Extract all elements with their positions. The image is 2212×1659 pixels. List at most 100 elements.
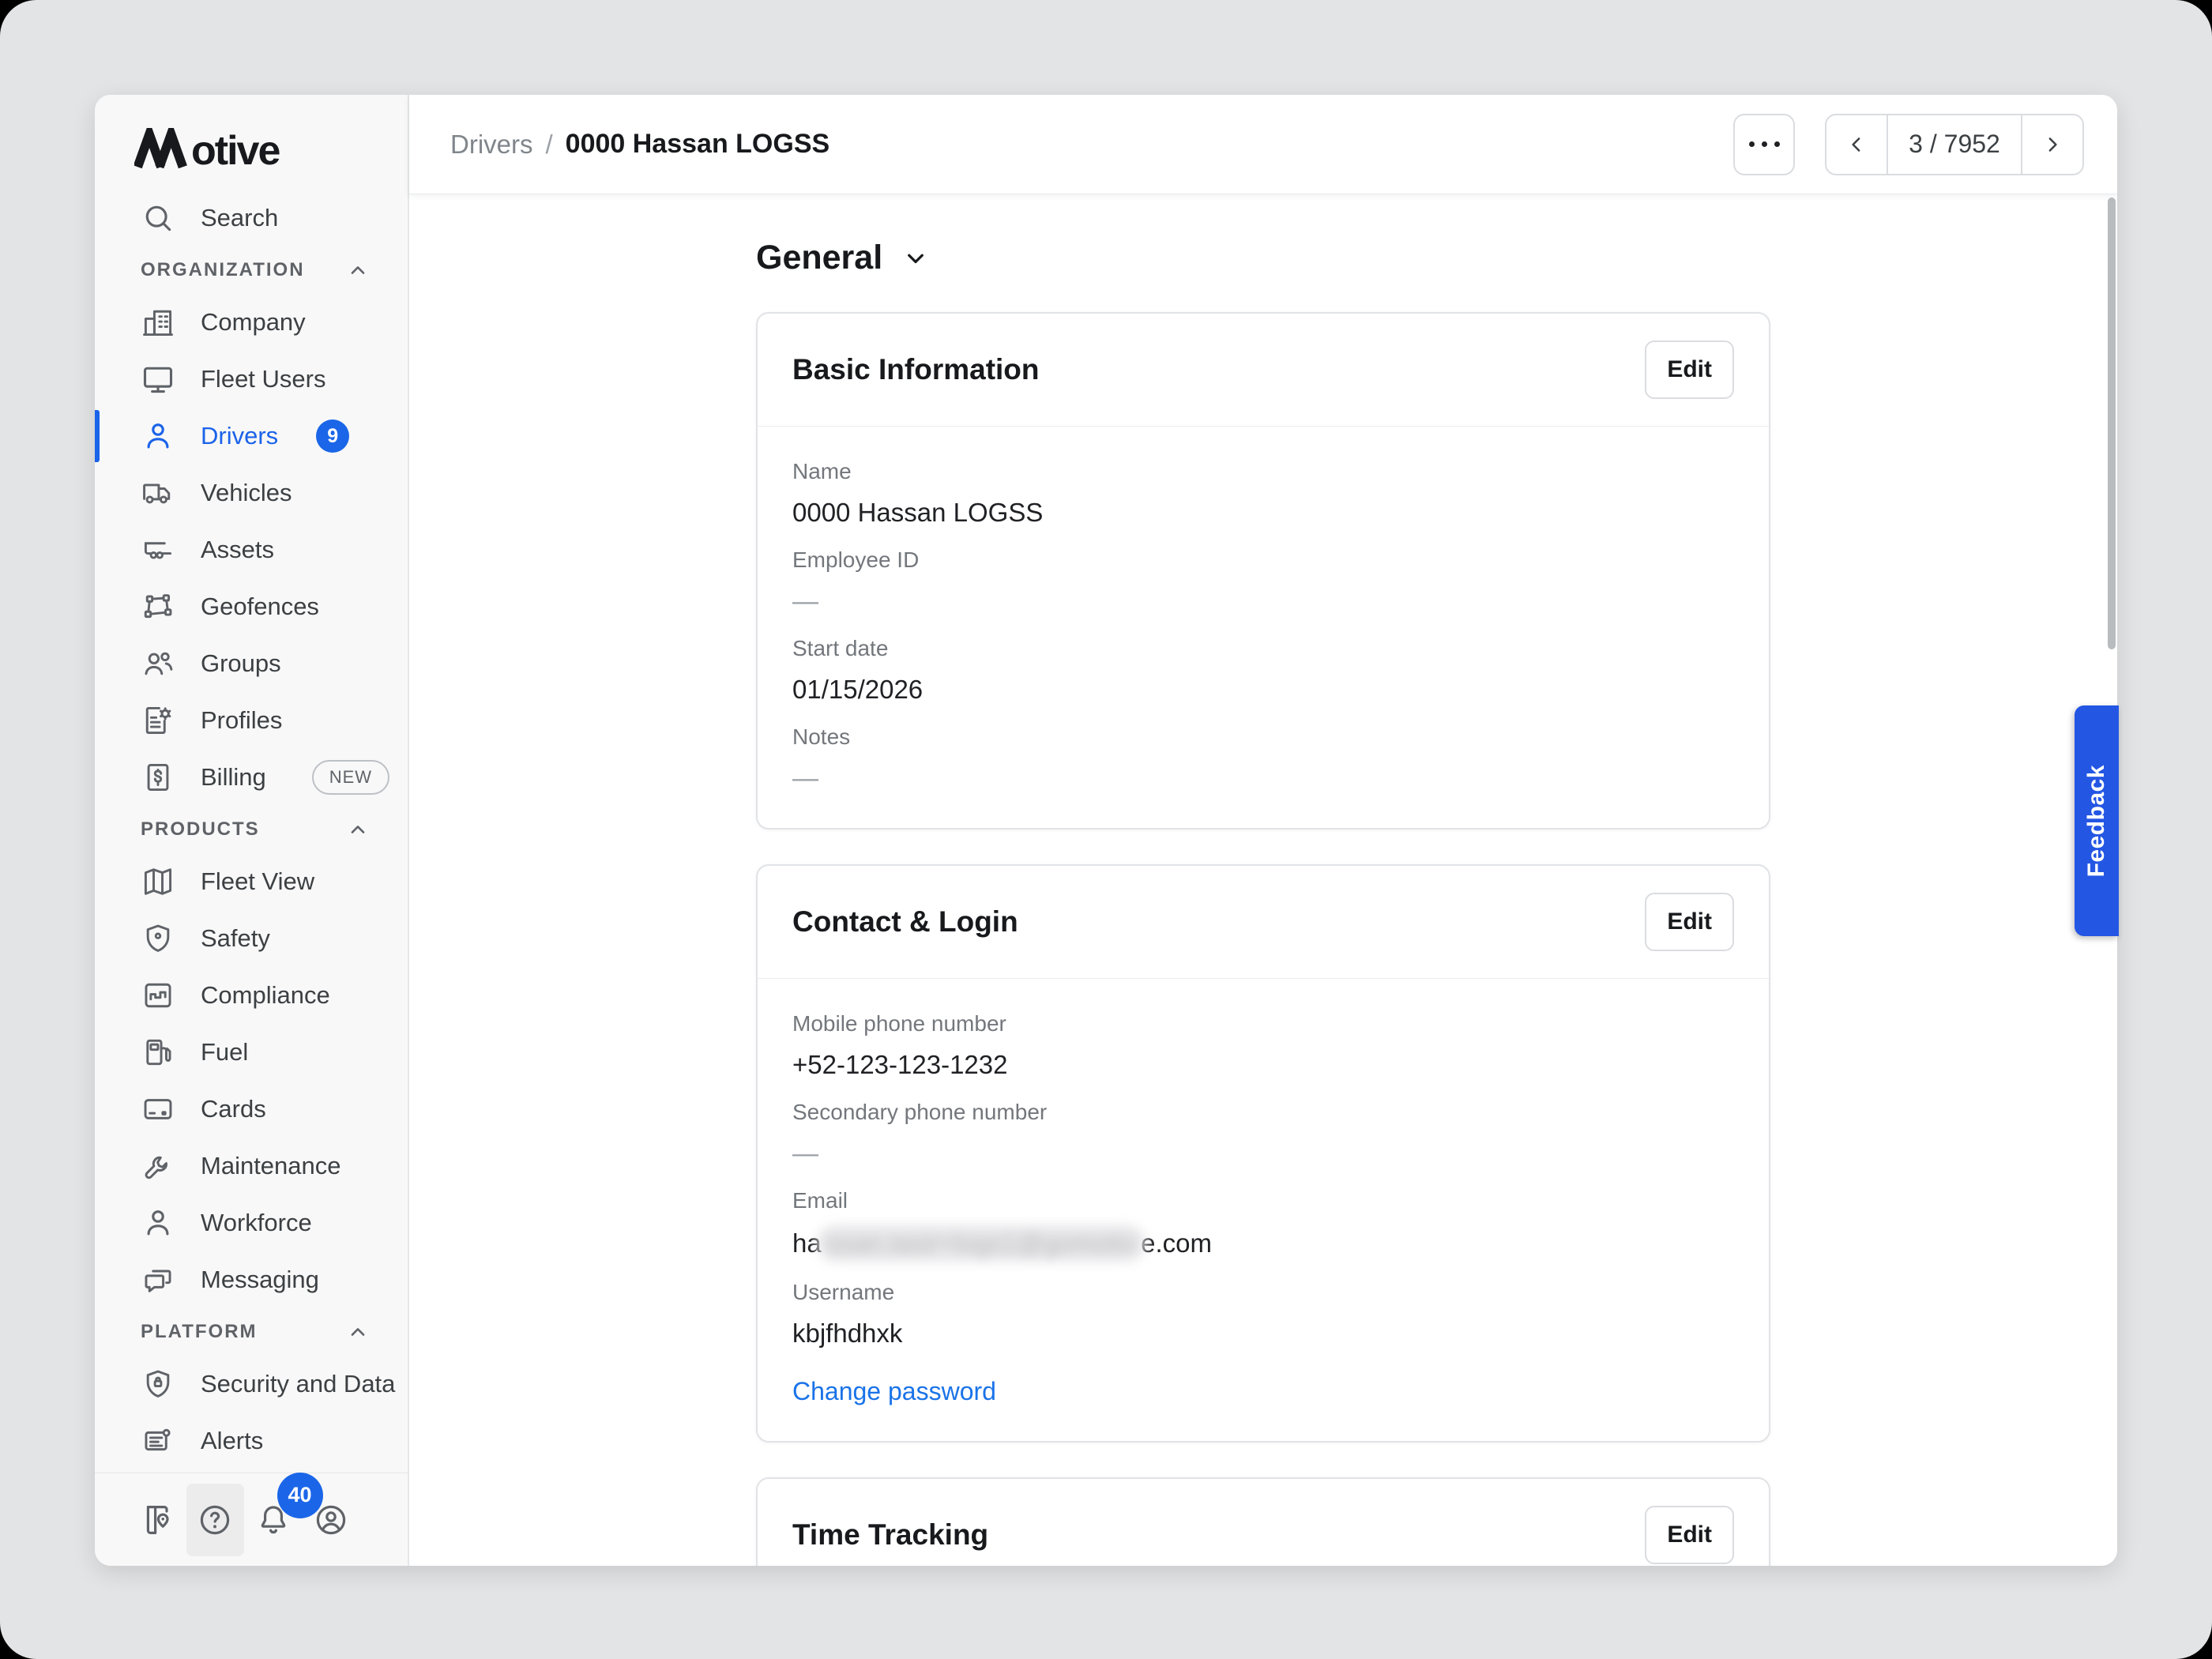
sidebar-item-safety[interactable]: Safety	[95, 910, 408, 967]
main-area: Drivers / 0000 Hassan LOGSS 3 / 7952	[409, 95, 2117, 1566]
sidebar-item-label: Compliance	[201, 981, 330, 1010]
sidebar-item-alerts[interactable]: Alerts	[95, 1413, 408, 1469]
card-title: Basic Information	[792, 353, 1040, 386]
card-body: Name 0000 Hassan LOGSS Employee ID — Sta…	[758, 427, 1769, 828]
map-guide-button[interactable]	[128, 1484, 186, 1556]
sidebar-item-search[interactable]: Search	[95, 190, 408, 246]
card-header: Time Tracking Edit	[758, 1479, 1769, 1566]
document-gear-icon	[141, 703, 175, 738]
sidebar-item-maintenance[interactable]: Maintenance	[95, 1138, 408, 1194]
sidebar-item-compliance[interactable]: Compliance	[95, 967, 408, 1024]
email-suffix: e.com	[1141, 1228, 1212, 1258]
sidebar-item-label: Drivers	[201, 422, 278, 450]
edit-basic-information-button[interactable]: Edit	[1645, 340, 1734, 399]
sidebar-item-label: Messaging	[201, 1266, 319, 1294]
sidebar-section-products[interactable]: PRODUCTS	[95, 806, 408, 853]
sidebar-item-label: Geofences	[201, 592, 319, 621]
field-username: Username kbjfhdhxk	[792, 1279, 1734, 1350]
sidebar-item-fuel[interactable]: Fuel	[95, 1024, 408, 1081]
feedback-tab[interactable]: Feedback	[2075, 705, 2119, 936]
sidebar-item-groups[interactable]: Groups	[95, 635, 408, 692]
drivers-count-badge: 9	[316, 419, 349, 453]
sidebar-item-profiles[interactable]: Profiles	[95, 692, 408, 749]
field-name: Name 0000 Hassan LOGSS	[792, 458, 1734, 529]
sidebar-item-vehicles[interactable]: Vehicles	[95, 465, 408, 521]
ellipsis-icon	[1749, 141, 1780, 147]
chart-route-icon	[141, 978, 175, 1013]
chevron-up-icon	[344, 257, 371, 284]
sidebar-item-fleet-view[interactable]: Fleet View	[95, 853, 408, 910]
section-title: PRODUCTS	[141, 818, 260, 841]
sidebar-item-label: Fleet Users	[201, 365, 325, 393]
wrench-icon	[141, 1149, 175, 1183]
field-label: Username	[792, 1279, 1734, 1306]
motive-logo-m-icon	[134, 128, 191, 169]
sidebar-item-label: Billing	[201, 763, 266, 792]
sidebar-section-organization[interactable]: ORGANIZATION	[95, 246, 408, 294]
sidebar-item-drivers[interactable]: Drivers 9	[95, 408, 408, 465]
field-label: Name	[792, 458, 1734, 485]
edit-time-tracking-button[interactable]: Edit	[1645, 1506, 1734, 1564]
field-employee-id: Employee ID —	[792, 547, 1734, 618]
sidebar-section-platform[interactable]: PLATFORM	[95, 1308, 408, 1356]
document-dollar-icon	[141, 760, 175, 795]
notifications-button[interactable]: 40	[244, 1484, 303, 1556]
sidebar-footer: 40	[95, 1473, 408, 1566]
shield-lock-icon	[141, 1367, 175, 1401]
sidebar-item-billing[interactable]: Billing NEW	[95, 749, 408, 806]
card-title: Contact & Login	[792, 905, 1018, 939]
next-record-button[interactable]	[2022, 115, 2082, 174]
breadcrumb-parent[interactable]: Drivers	[450, 130, 533, 160]
card-title: Time Tracking	[792, 1518, 988, 1552]
previous-record-button[interactable]	[1826, 115, 1887, 174]
card-header: Contact & Login Edit	[758, 866, 1769, 979]
section-title: ORGANIZATION	[141, 259, 305, 281]
building-icon	[141, 305, 175, 340]
person-icon	[141, 419, 175, 453]
sidebar-item-workforce[interactable]: Workforce	[95, 1194, 408, 1251]
field-start-date: Start date 01/15/2026	[792, 635, 1734, 706]
chevron-up-icon	[344, 1319, 371, 1345]
sidebar-item-label: Assets	[201, 536, 274, 564]
vertical-scrollbar[interactable]	[2108, 198, 2116, 649]
field-value: —	[792, 762, 1734, 795]
field-value: —	[792, 1137, 1734, 1170]
field-value: 01/15/2026	[792, 673, 1734, 706]
app-window: otive Search ORGANIZATION Company	[95, 95, 2117, 1566]
sidebar-item-assets[interactable]: Assets	[95, 521, 408, 578]
sidebar-item-label: Fuel	[201, 1038, 248, 1066]
alert-panel-icon	[141, 1424, 175, 1458]
field-value: kbjfhdhxk	[792, 1317, 1734, 1350]
general-section-toggle[interactable]: General	[756, 239, 1770, 277]
field-label: Secondary phone number	[792, 1099, 1734, 1126]
field-notes: Notes —	[792, 724, 1734, 795]
change-password-link[interactable]: Change password	[792, 1377, 996, 1406]
section-title: PLATFORM	[141, 1321, 258, 1343]
field-value: 0000 Hassan LOGSS	[792, 496, 1734, 529]
field-label: Email	[792, 1187, 1734, 1214]
help-button[interactable]	[186, 1484, 245, 1556]
field-secondary-phone: Secondary phone number —	[792, 1099, 1734, 1170]
map-book-pin-icon	[138, 1501, 176, 1539]
field-mobile-phone: Mobile phone number +52-123-123-1232	[792, 1010, 1734, 1082]
sidebar-item-cards[interactable]: Cards	[95, 1081, 408, 1138]
account-button[interactable]	[303, 1484, 361, 1556]
map-icon	[141, 864, 175, 899]
email-redacted-blur: ssan.tasir+logs1@gomotiv	[817, 1225, 1146, 1262]
card-header: Basic Information Edit	[758, 314, 1769, 427]
time-tracking-card: Time Tracking Edit Logs are used to keep…	[756, 1477, 1770, 1566]
feedback-tab-label: Feedback	[2083, 765, 2110, 877]
monitor-icon	[141, 362, 175, 397]
sidebar-item-company[interactable]: Company	[95, 294, 408, 351]
breadcrumb-current: 0000 Hassan LOGSS	[566, 129, 830, 160]
desktop-background: otive Search ORGANIZATION Company	[0, 0, 2212, 1659]
sidebar-item-fleet-users[interactable]: Fleet Users	[95, 351, 408, 408]
edit-contact-login-button[interactable]: Edit	[1645, 893, 1734, 951]
field-value: —	[792, 585, 1734, 618]
people-icon	[141, 646, 175, 681]
more-actions-button[interactable]	[1733, 114, 1795, 175]
sidebar-item-geofences[interactable]: Geofences	[95, 578, 408, 635]
sidebar-item-security-and-data[interactable]: Security and Data	[95, 1356, 408, 1413]
active-indicator	[95, 410, 100, 462]
sidebar-item-messaging[interactable]: Messaging	[95, 1251, 408, 1308]
